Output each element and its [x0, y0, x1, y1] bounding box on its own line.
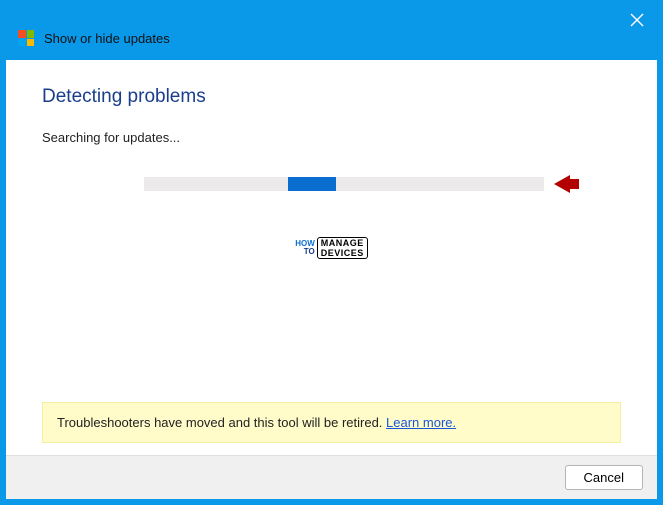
content-area: Detecting problems Searching for updates…	[6, 60, 657, 455]
notice-text: Troubleshooters have moved and this tool…	[57, 415, 386, 430]
progress-bar	[144, 177, 544, 191]
footer: Cancel	[6, 455, 657, 499]
notice-banner: Troubleshooters have moved and this tool…	[42, 402, 621, 443]
cancel-button[interactable]: Cancel	[565, 465, 643, 490]
progress-row	[102, 175, 611, 193]
learn-more-link[interactable]: Learn more.	[386, 415, 456, 430]
window-title: Show or hide updates	[44, 31, 170, 46]
titlebar: Show or hide updates	[6, 6, 657, 60]
windows-logo-icon	[18, 30, 34, 46]
close-icon[interactable]	[625, 8, 649, 32]
dialog-window: Show or hide updates Detecting problems …	[0, 0, 663, 505]
page-heading: Detecting problems	[42, 86, 621, 108]
progress-chunk	[288, 177, 336, 191]
annotation-arrow-icon	[554, 175, 570, 193]
watermark-prefix: HOW TO	[295, 240, 315, 256]
watermark: HOW TO MANAGE DEVICES	[42, 237, 621, 259]
status-text: Searching for updates...	[42, 130, 621, 145]
watermark-box: MANAGE DEVICES	[317, 237, 368, 259]
